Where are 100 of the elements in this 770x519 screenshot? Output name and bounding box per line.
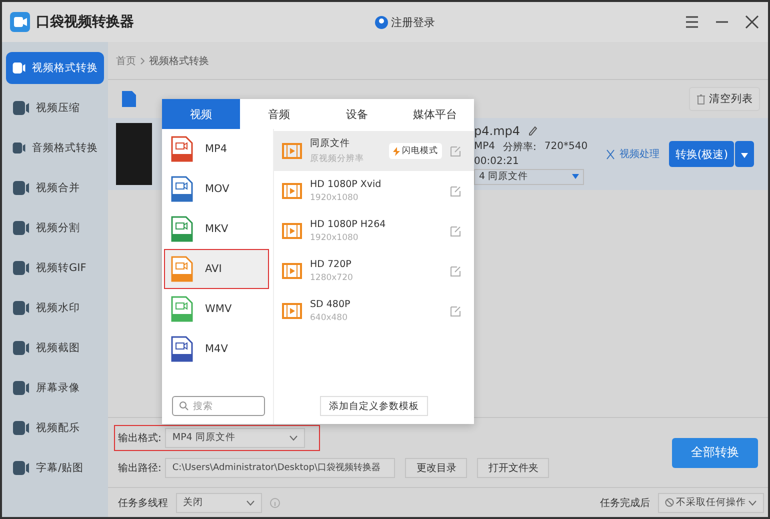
sidebar-item[interactable]: 视频配乐 bbox=[6, 412, 104, 444]
tool-icon bbox=[12, 460, 30, 476]
output-format-select[interactable]: 4 同原文件 bbox=[474, 168, 584, 184]
film-icon bbox=[282, 223, 302, 239]
chevron-down-icon bbox=[748, 500, 757, 506]
multithread-label: 任务多线程 bbox=[118, 496, 168, 510]
file-format-icon bbox=[171, 176, 193, 202]
caret-down-icon bbox=[572, 174, 579, 179]
preset-resolution: 1920x1080 bbox=[310, 193, 360, 203]
after-completion-value: 不采取任何操作 bbox=[676, 496, 746, 509]
film-icon bbox=[282, 263, 302, 279]
format-item[interactable]: AVI bbox=[164, 249, 269, 289]
sidebar-item[interactable]: 音频格式转换 bbox=[6, 132, 104, 164]
sidebar-item[interactable]: 视频水印 bbox=[6, 292, 104, 324]
format-item[interactable]: MP4 bbox=[164, 129, 269, 169]
preset-resolution: 1920x1080 bbox=[310, 233, 360, 243]
format-item[interactable]: MKV bbox=[164, 209, 269, 249]
sidebar-item[interactable]: 屏幕录像 bbox=[6, 372, 104, 404]
clear-list-button[interactable]: 清空列表 bbox=[689, 87, 760, 111]
login-link[interactable]: 注册登录 bbox=[375, 14, 435, 30]
breadcrumb-current: 视频格式转换 bbox=[149, 54, 209, 68]
preset-name: 同原文件 bbox=[310, 137, 351, 150]
caret-down-icon bbox=[741, 152, 748, 158]
preset-name: HD 1080P Xvid bbox=[310, 179, 382, 190]
chevron-down-icon bbox=[289, 434, 298, 440]
file-format: MP4 bbox=[474, 141, 496, 152]
preset-item[interactable]: HD 720P 1280x720 bbox=[274, 251, 474, 291]
format-tab[interactable]: 视频 bbox=[162, 99, 240, 129]
sidebar-item[interactable]: 视频分割 bbox=[6, 212, 104, 244]
edit-icon[interactable] bbox=[450, 185, 462, 197]
format-item[interactable]: WMV bbox=[164, 289, 269, 329]
close-icon[interactable] bbox=[744, 14, 760, 30]
add-file-icon[interactable] bbox=[122, 91, 136, 107]
edit-icon[interactable] bbox=[450, 305, 462, 317]
edit-icon[interactable] bbox=[450, 145, 462, 157]
preset-resolution: 640x480 bbox=[310, 313, 348, 323]
convert-all-button[interactable]: 全部转换 bbox=[672, 438, 758, 468]
convert-dropdown-button[interactable] bbox=[735, 141, 754, 167]
edit-icon[interactable] bbox=[450, 265, 462, 277]
sidebar-item[interactable]: 视频格式转换 bbox=[6, 52, 104, 84]
tool-icon bbox=[12, 180, 30, 196]
file-format-icon bbox=[171, 136, 193, 162]
add-custom-template-button[interactable]: 添加自定义参数模板 bbox=[320, 396, 428, 416]
preset-item[interactable]: 同原文件 原视频分辨率 闪电模式 bbox=[274, 131, 474, 171]
tool-icon bbox=[12, 140, 26, 156]
menu-icon[interactable] bbox=[684, 14, 700, 30]
chevron-down-icon bbox=[246, 500, 255, 506]
duration: 00:02:21 bbox=[474, 156, 520, 166]
file-name: p4.mp4 bbox=[474, 124, 520, 138]
tool-icon bbox=[12, 300, 30, 316]
preset-item[interactable]: HD 1080P Xvid 1920x1080 bbox=[274, 171, 474, 211]
preset-name: HD 1080P H264 bbox=[310, 219, 387, 230]
tool-icon bbox=[12, 340, 30, 356]
output-format-dropdown[interactable]: MP4 同原文件 bbox=[165, 428, 306, 448]
sidebar-item[interactable]: 视频压缩 bbox=[6, 92, 104, 124]
preset-name: HD 720P bbox=[310, 259, 352, 270]
resolution-label: 分辨率: bbox=[503, 140, 536, 154]
file-format-icon bbox=[171, 256, 193, 282]
tool-icon bbox=[12, 380, 30, 396]
user-avatar-icon bbox=[375, 16, 388, 28]
prohibited-icon bbox=[665, 498, 674, 507]
preset-resolution: 原视频分辨率 bbox=[310, 153, 365, 165]
format-item[interactable]: MOV bbox=[164, 169, 269, 209]
tool-icon bbox=[12, 260, 30, 276]
tool-icon bbox=[12, 220, 30, 236]
sidebar-item[interactable]: 视频截图 bbox=[6, 332, 104, 364]
film-icon bbox=[282, 303, 302, 319]
preset-name: SD 480P bbox=[310, 299, 352, 310]
preset-item[interactable]: HD 1080P H264 1920x1080 bbox=[274, 211, 474, 251]
edit-icon[interactable] bbox=[450, 225, 462, 237]
output-format-label: 输出格式: bbox=[118, 432, 162, 444]
pencil-icon[interactable] bbox=[528, 126, 538, 136]
file-format-icon bbox=[171, 216, 193, 242]
sidebar-item[interactable]: 字幕/贴图 bbox=[6, 452, 104, 484]
format-tab[interactable]: 媒体平台 bbox=[396, 99, 474, 129]
sidebar-item[interactable]: 视频转GIF bbox=[6, 252, 104, 284]
output-path-label: 输出路径: bbox=[118, 462, 162, 474]
flash-mode-badge: 闪电模式 bbox=[389, 143, 442, 159]
tool-icon bbox=[12, 420, 30, 436]
format-item[interactable]: M4V bbox=[164, 329, 269, 369]
sidebar-item[interactable]: 视频合并 bbox=[6, 172, 104, 204]
output-path-field[interactable]: C:\Users\Administrator\Desktop\口袋视频转换器 bbox=[165, 458, 396, 478]
scissors-icon bbox=[605, 148, 616, 160]
preset-item[interactable]: SD 480P 640x480 bbox=[274, 291, 474, 331]
file-format-icon bbox=[171, 336, 193, 362]
tool-icon bbox=[12, 60, 26, 76]
app-title: 口袋视频转换器 bbox=[36, 13, 134, 31]
convert-button[interactable]: 转换(极速) bbox=[669, 141, 734, 167]
chevron-right-icon bbox=[140, 56, 145, 64]
open-folder-button[interactable]: 打开文件夹 bbox=[477, 458, 550, 478]
change-directory-button[interactable]: 更改目录 bbox=[405, 458, 468, 478]
trash-icon bbox=[696, 94, 706, 104]
film-icon bbox=[282, 143, 302, 159]
after-completion-label: 任务完成后 bbox=[600, 496, 650, 510]
after-completion-dropdown[interactable]: 不采取任何操作 bbox=[658, 492, 764, 512]
preset-resolution: 1280x720 bbox=[310, 273, 354, 283]
resolution-value: 720*540 bbox=[544, 141, 588, 152]
file-format-icon bbox=[171, 296, 193, 322]
multithread-dropdown[interactable]: 关闭 bbox=[176, 492, 262, 512]
film-icon bbox=[282, 183, 302, 199]
